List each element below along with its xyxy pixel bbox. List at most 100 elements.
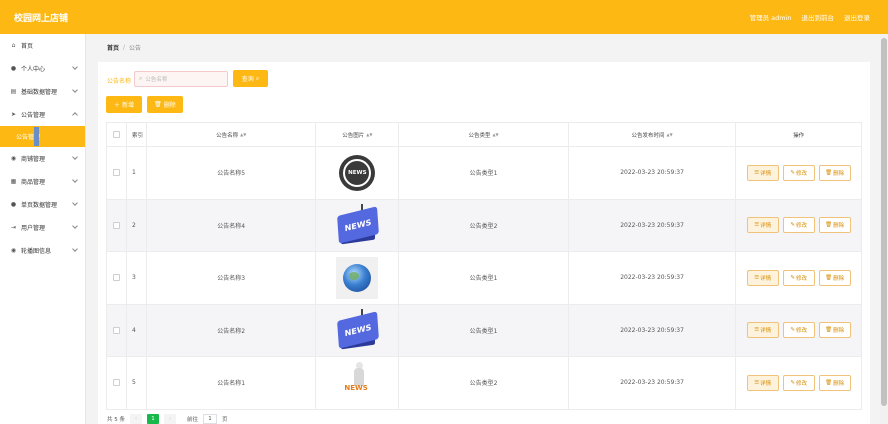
sidebar-item-carousel[interactable]: ◉ 轮播图信息 (0, 239, 85, 262)
search-button[interactable]: 查询 ⌕ (233, 70, 268, 87)
row-time: 2022-03-23 20:59:37 (569, 147, 737, 199)
add-button[interactable]: ＋ 新增 (106, 96, 142, 113)
main-panel: 公告名称 ⌕ 公告名称 查询 ⌕ ＋ 新增 🗑 删除 索引 公告名称 ▲▼ 公告图… (98, 62, 870, 424)
detail-button[interactable]: ☰ 详情 (746, 217, 779, 234)
header-name[interactable]: 公告名称 ▲▼ (147, 123, 317, 146)
edit-label: 修改 (795, 223, 807, 230)
detail-icon: ☰ (754, 169, 760, 176)
edit-button[interactable]: ✎ 修改 (782, 217, 815, 234)
sidebar-item-goods[interactable]: ▦ 商品管理 (0, 170, 85, 193)
goto-page-input[interactable]: 1 (203, 414, 218, 424)
breadcrumb-current: 公告 (129, 44, 142, 52)
sort-icon[interactable]: ▲▼ (366, 132, 372, 137)
search-icon: ⌕ (139, 75, 143, 82)
delete-button[interactable]: 🗑 删除 (818, 322, 851, 339)
row-ops: ☰ 详情 ✎ 修改 🗑 删除 (736, 200, 861, 252)
sidebar-item-users[interactable]: ⇥ 用户管理 (0, 216, 85, 239)
logout-link[interactable]: 退出登录 (844, 12, 870, 22)
user-icon: ● (10, 201, 17, 208)
row-time: 2022-03-23 20:59:37 (569, 199, 737, 251)
row-time: 2022-03-23 20:59:37 (569, 357, 737, 409)
globe-image (343, 263, 372, 292)
admin-label: 管理员 admin (749, 14, 792, 22)
sidebar-item-label: 单页数据管理 (21, 202, 58, 209)
delete-label: 删除 (833, 380, 845, 387)
prev-page-button[interactable]: ‹ (130, 414, 142, 424)
edit-icon: ✎ (790, 327, 795, 334)
news-thumbnail[interactable]: NEWS (336, 361, 378, 404)
select-all-checkbox[interactable] (112, 131, 120, 138)
vertical-scrollbar[interactable] (880, 34, 888, 424)
edit-button[interactable]: ✎ 修改 (782, 322, 815, 339)
header-image[interactable]: 公告图片 ▲▼ (316, 123, 400, 146)
row-image-cell: NEWS (316, 357, 400, 409)
sidebar-item-label: 个人中心 (21, 66, 46, 73)
row-select-cell (107, 147, 127, 199)
row-checkbox[interactable] (112, 274, 120, 282)
scrollbar-thumb[interactable] (881, 38, 887, 406)
sidebar-subitem-notice[interactable]: 公告管理 (0, 126, 85, 147)
delete-button[interactable]: 🗑 删除 (818, 269, 851, 286)
header-time[interactable]: 公告发布时间 ▲▼ (569, 123, 737, 146)
table-row: 3 公告名称3 公告类型1 2022-03-23 20:59:37 ☰ 详情 ✎ 修… (106, 252, 862, 305)
page-number-active[interactable]: 1 (147, 414, 159, 424)
delete-button-label: 删除 (163, 102, 176, 109)
pagination: 共 5 条 ‹ 1 › 前往 1 页 (107, 414, 228, 424)
breadcrumb-separator: / (123, 43, 126, 51)
sidebar: ⌂ 首页 ● 个人中心 ▤ 基础数据管理 ➤ 公告管理 公告管理 ◉ 商铺管理 … (0, 34, 86, 424)
edit-button[interactable]: ✎ 修改 (782, 164, 815, 181)
header-label: 公告发布时间 (631, 132, 665, 139)
breadcrumb: 首页 / 公告 (98, 38, 870, 56)
globe-thumbnail[interactable] (336, 256, 379, 299)
row-type: 公告类型1 (399, 252, 569, 304)
news-thumbnail[interactable]: NEWS (336, 309, 380, 351)
header-type[interactable]: 公告类型 ▲▼ (399, 123, 569, 146)
delete-button[interactable]: 🗑 删除 (818, 374, 851, 391)
sidebar-item-label: 首页 (21, 43, 34, 50)
detail-icon: ☰ (754, 379, 760, 386)
send-icon: ➤ (10, 111, 17, 118)
delete-button[interactable]: 🗑 删除 (818, 164, 851, 181)
sidebar-item-label: 用户管理 (21, 225, 46, 232)
detail-button[interactable]: ☰ 详情 (746, 269, 779, 286)
top-bar: 校园网上店铺 管理员 admin 退出到前台 退出登录 (0, 0, 888, 34)
sort-icon[interactable]: ▲▼ (667, 132, 673, 137)
breadcrumb-home[interactable]: 首页 (107, 43, 119, 52)
chevron-up-icon (72, 112, 78, 118)
header-label: 操作 (793, 132, 805, 139)
next-page-button[interactable]: › (164, 414, 176, 424)
search-input[interactable]: ⌕ 公告名称 (134, 71, 228, 87)
goto-label: 前往 (187, 417, 199, 423)
row-checkbox[interactable] (112, 326, 120, 334)
row-checkbox[interactable] (112, 221, 120, 229)
detail-label: 详情 (760, 275, 772, 282)
header-label: 索引 (131, 132, 143, 139)
sort-icon[interactable]: ▲▼ (240, 132, 246, 137)
detail-button[interactable]: ☰ 详情 (746, 322, 779, 339)
sidebar-item-single-page[interactable]: ● 单页数据管理 (0, 193, 85, 216)
sidebar-item-shop[interactable]: ◉ 商铺管理 (0, 147, 85, 170)
plus-icon: ＋ (113, 102, 120, 109)
edit-button[interactable]: ✎ 修改 (782, 269, 815, 286)
news-thumbnail[interactable]: NEWS (336, 204, 380, 246)
news-thumbnail[interactable]: NEWS (336, 152, 378, 194)
delete-button[interactable]: 🗑 删除 (818, 217, 851, 234)
row-checkbox[interactable] (112, 379, 120, 387)
sidebar-item-home[interactable]: ⌂ 首页 (0, 34, 85, 57)
select-all-cell (107, 123, 127, 146)
chevron-down-icon (72, 87, 78, 93)
sidebar-item-profile[interactable]: ● 个人中心 (0, 57, 85, 80)
row-checkbox[interactable] (112, 169, 120, 177)
sort-icon[interactable]: ▲▼ (492, 132, 498, 137)
sidebar-item-basic-data[interactable]: ▤ 基础数据管理 (0, 80, 85, 103)
detail-label: 详情 (760, 170, 772, 177)
row-index: 3 (127, 252, 147, 304)
batch-delete-button[interactable]: 🗑 删除 (147, 96, 183, 113)
front-home-link[interactable]: 退出到前台 (802, 12, 835, 22)
login-icon: ⇥ (10, 224, 17, 231)
detail-button[interactable]: ☰ 详情 (746, 164, 779, 181)
detail-button[interactable]: ☰ 详情 (746, 374, 779, 391)
trash-icon: 🗑 (825, 222, 833, 229)
sidebar-item-notice[interactable]: ➤ 公告管理 (0, 103, 85, 126)
edit-button[interactable]: ✎ 修改 (782, 374, 815, 391)
